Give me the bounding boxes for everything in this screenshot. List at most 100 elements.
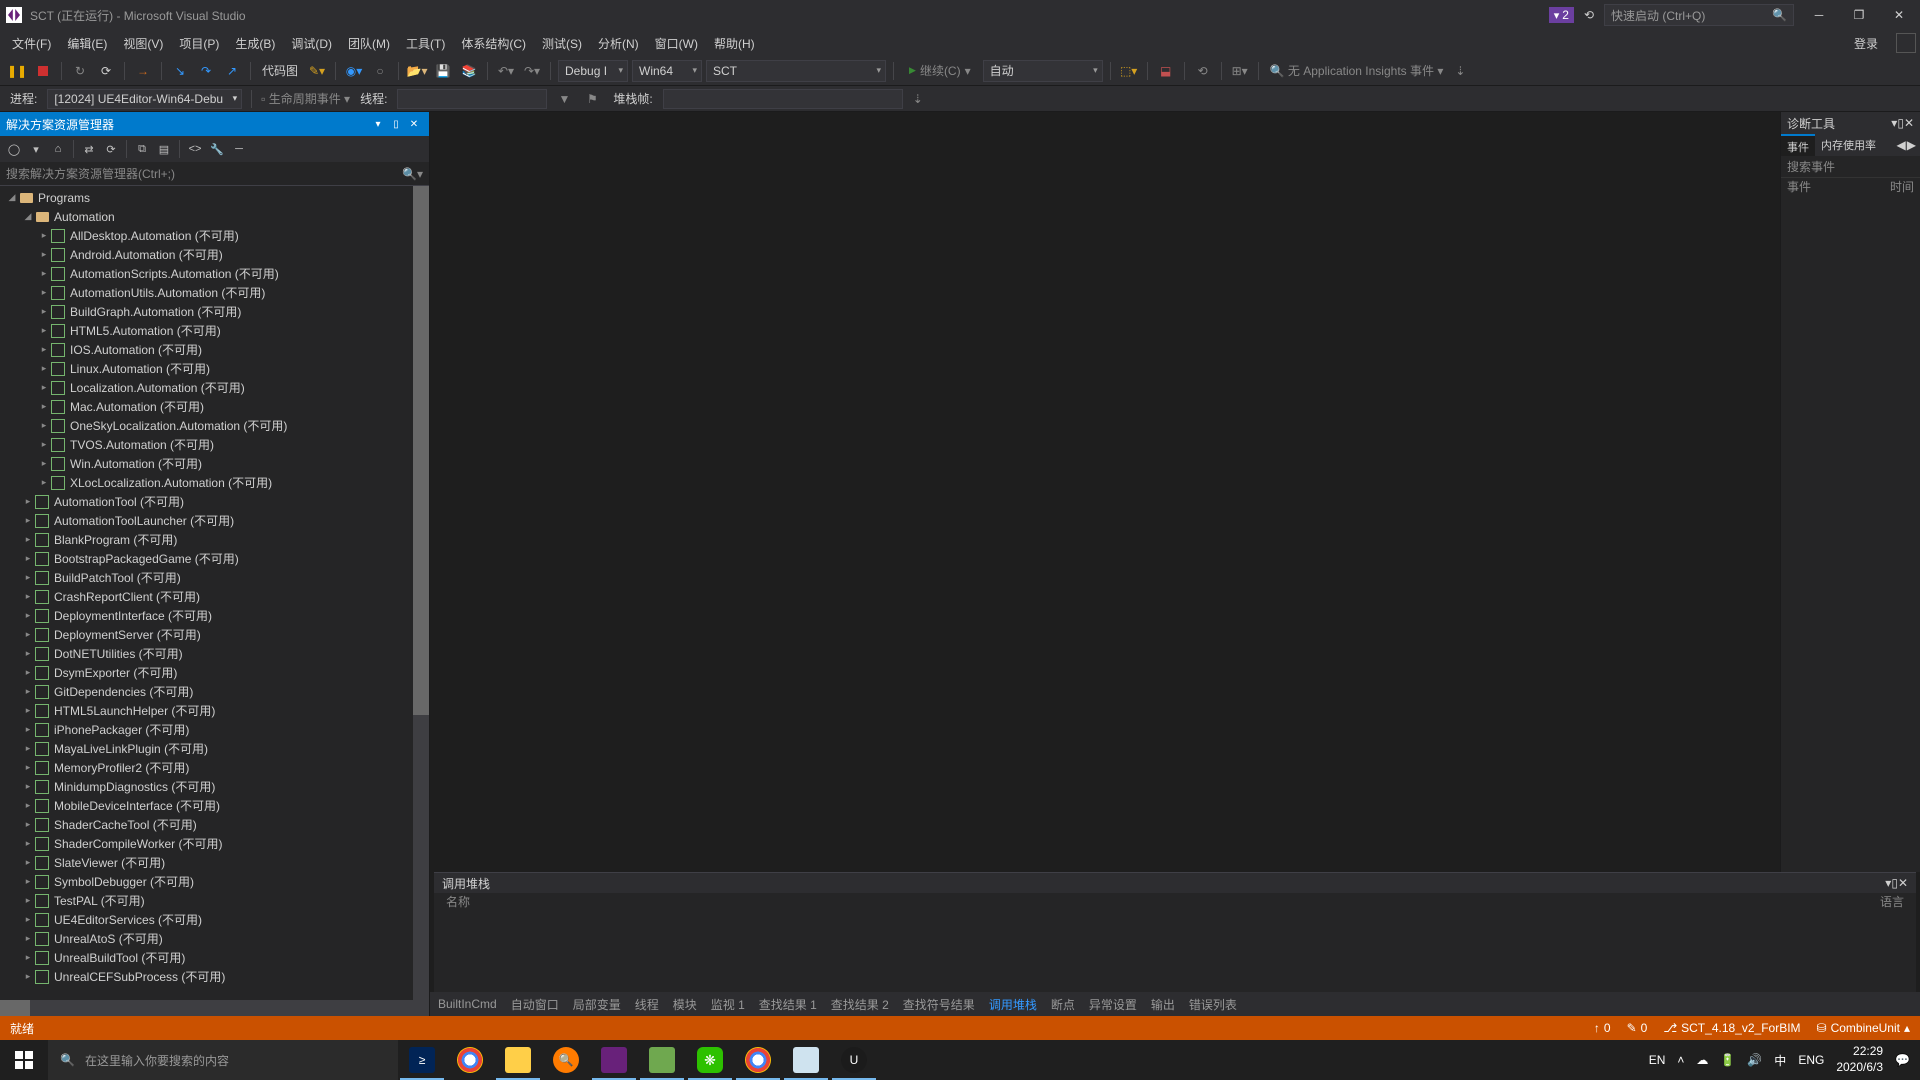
nav-back-button[interactable]: ◉▾ xyxy=(343,60,365,82)
publish-status[interactable]: ↑ 0 xyxy=(1594,1021,1611,1035)
close-button[interactable]: ✕ xyxy=(1884,4,1914,26)
collapse-icon[interactable]: ⧉ xyxy=(132,139,152,159)
filter-button[interactable]: ▼ xyxy=(553,88,575,110)
menu-项目(P)[interactable]: 项目(P) xyxy=(171,32,227,55)
tray-battery-icon[interactable]: 🔋 xyxy=(1720,1053,1735,1067)
tree-item[interactable]: ▸BootstrapPackagedGame (不可用) xyxy=(0,549,429,568)
tray-cloud-icon[interactable]: ☁ xyxy=(1696,1053,1708,1067)
menu-分析(N)[interactable]: 分析(N) xyxy=(590,32,647,55)
taskbar-wechat[interactable]: ❋ xyxy=(686,1040,734,1080)
menu-团队(M)[interactable]: 团队(M) xyxy=(340,32,398,55)
tree-item[interactable]: ▸AutomationUtils.Automation (不可用) xyxy=(0,283,429,302)
tool-d-button[interactable]: ⊞▾ xyxy=(1229,60,1251,82)
tree-item[interactable]: ◢Programs xyxy=(0,188,429,207)
tree-item[interactable]: ▸UE4EditorServices (不可用) xyxy=(0,910,429,929)
notification-badge[interactable]: ▾2 xyxy=(1549,7,1574,23)
repo-status[interactable]: ⛁ CombineUnit ▴ xyxy=(1817,1021,1910,1035)
taskbar-chrome2[interactable] xyxy=(734,1040,782,1080)
sync-icon[interactable]: ⇄ xyxy=(79,139,99,159)
tree-item[interactable]: ▸AutomationTool (不可用) xyxy=(0,492,429,511)
tree-item[interactable]: ▸HTML5.Automation (不可用) xyxy=(0,321,429,340)
taskbar-explorer[interactable] xyxy=(494,1040,542,1080)
bottom-tab-1[interactable]: 自动窗口 xyxy=(511,996,559,1013)
menu-测试(S)[interactable]: 测试(S) xyxy=(534,32,590,55)
taskbar-unreal[interactable]: U xyxy=(830,1040,878,1080)
diag-search-input[interactable]: 搜索事件 xyxy=(1781,156,1920,178)
save-all-button[interactable]: 📚 xyxy=(458,60,480,82)
diag-pin-button[interactable]: ▯ xyxy=(1897,116,1904,130)
next-icon[interactable]: ▶ xyxy=(1907,138,1916,152)
show-all-icon[interactable]: ▤ xyxy=(154,139,174,159)
tree-item[interactable]: ▸SlateViewer (不可用) xyxy=(0,853,429,872)
highlight-button[interactable]: ✎▾ xyxy=(306,60,328,82)
tree-item[interactable]: ▸IOS.Automation (不可用) xyxy=(0,340,429,359)
menu-帮助(H)[interactable]: 帮助(H) xyxy=(706,32,763,55)
save-button[interactable]: 💾 xyxy=(432,60,454,82)
bottom-tab-9[interactable]: 调用堆栈 xyxy=(989,996,1037,1013)
tree-item[interactable]: ▸AutomationToolLauncher (不可用) xyxy=(0,511,429,530)
taskbar-everything[interactable]: 🔍 xyxy=(542,1040,590,1080)
sign-in-button[interactable]: 登录 xyxy=(1844,32,1888,55)
app-insights-label[interactable]: 🔍 无 Application Insights 事件 ▾ xyxy=(1266,62,1448,79)
tray-up-icon[interactable]: ˄ xyxy=(1677,1053,1684,1067)
tree-item[interactable]: ▸iPhonePackager (不可用) xyxy=(0,720,429,739)
tree-item[interactable]: ▸DotNETUtilities (不可用) xyxy=(0,644,429,663)
tree-item[interactable]: ▸Mac.Automation (不可用) xyxy=(0,397,429,416)
menu-文件(F)[interactable]: 文件(F) xyxy=(4,32,59,55)
tool-b-button[interactable]: ⬓ xyxy=(1155,60,1177,82)
tree-item[interactable]: ▸SymbolDebugger (不可用) xyxy=(0,872,429,891)
tab-events[interactable]: 事件 xyxy=(1781,134,1815,156)
bottom-tab-8[interactable]: 查找符号结果 xyxy=(903,996,975,1013)
tree-item[interactable]: ▸MobileDeviceInterface (不可用) xyxy=(0,796,429,815)
taskbar-powershell[interactable]: ≥ xyxy=(398,1040,446,1080)
stackframe-combo[interactable] xyxy=(663,89,903,109)
nav-fwd-button[interactable]: ○ xyxy=(369,60,391,82)
pending-status[interactable]: ✎ 0 xyxy=(1627,1021,1648,1035)
menu-体系结构(C)[interactable]: 体系结构(C) xyxy=(453,32,534,55)
refresh-tree-icon[interactable]: ⟳ xyxy=(101,139,121,159)
menu-调试(D)[interactable]: 调试(D) xyxy=(283,32,340,55)
tree-scrollbar[interactable] xyxy=(413,186,429,1000)
refresh-button[interactable]: ⟳ xyxy=(95,60,117,82)
lifecycle-label[interactable]: ▫ 生命周期事件 ▾ xyxy=(261,90,350,107)
tool-c-button[interactable]: ⟲ xyxy=(1192,60,1214,82)
panel-close-button[interactable]: ✕ xyxy=(405,115,423,133)
bottom-tab-5[interactable]: 监视 1 xyxy=(711,996,745,1013)
stop-button[interactable] xyxy=(32,60,54,82)
tree-item[interactable]: ▸HTML5LaunchHelper (不可用) xyxy=(0,701,429,720)
redo-button[interactable]: ↷▾ xyxy=(521,60,543,82)
tree-item[interactable]: ▸Linux.Automation (不可用) xyxy=(0,359,429,378)
tree-item[interactable]: ▸AllDesktop.Automation (不可用) xyxy=(0,226,429,245)
maximize-button[interactable]: ❐ xyxy=(1844,4,1874,26)
tree-item[interactable]: ▸TestPAL (不可用) xyxy=(0,891,429,910)
tree-item[interactable]: ▸UnrealCEFSubProcess (不可用) xyxy=(0,967,429,986)
menu-窗口(W)[interactable]: 窗口(W) xyxy=(647,32,706,55)
more-icon[interactable]: ─ xyxy=(229,139,249,159)
prev-icon[interactable]: ◀ xyxy=(1897,138,1906,152)
properties-icon[interactable]: 🔧 xyxy=(207,139,227,159)
code-view-label[interactable]: 代码图 xyxy=(258,62,302,79)
taskbar-search-input[interactable]: 🔍 在这里输入你要搜索的内容 xyxy=(48,1040,398,1080)
tree-item[interactable]: ▸Android.Automation (不可用) xyxy=(0,245,429,264)
panel-dropdown-button[interactable]: ▾ xyxy=(369,115,387,133)
feedback-icon[interactable]: ⟲ xyxy=(1584,8,1594,22)
tree-item[interactable]: ▸BlankProgram (不可用) xyxy=(0,530,429,549)
bottom-tab-12[interactable]: 输出 xyxy=(1151,996,1175,1013)
branch-status[interactable]: ⎇ SCT_4.18_v2_ForBIM xyxy=(1663,1021,1800,1035)
start-button[interactable] xyxy=(0,1040,48,1080)
tree-item[interactable]: ▸MemoryProfiler2 (不可用) xyxy=(0,758,429,777)
ime-en-icon[interactable]: EN xyxy=(1649,1053,1666,1067)
fwd-icon[interactable]: ▾ xyxy=(26,139,46,159)
home-icon[interactable]: ⌂ xyxy=(48,139,68,159)
menu-视图(V)[interactable]: 视图(V) xyxy=(115,32,171,55)
tree-item[interactable]: ▸MinidumpDiagnostics (不可用) xyxy=(0,777,429,796)
taskbar-chrome[interactable] xyxy=(446,1040,494,1080)
step-out-button[interactable]: ↗ xyxy=(221,60,243,82)
bottom-tab-10[interactable]: 断点 xyxy=(1051,996,1075,1013)
tree-item[interactable]: ▸Localization.Automation (不可用) xyxy=(0,378,429,397)
cs-close-button[interactable]: ✕ xyxy=(1898,876,1908,890)
taskbar-notepad[interactable] xyxy=(782,1040,830,1080)
bottom-tab-11[interactable]: 异常设置 xyxy=(1089,996,1137,1013)
platform-combo[interactable]: Win64 xyxy=(632,60,702,82)
avatar-icon[interactable] xyxy=(1896,33,1916,53)
